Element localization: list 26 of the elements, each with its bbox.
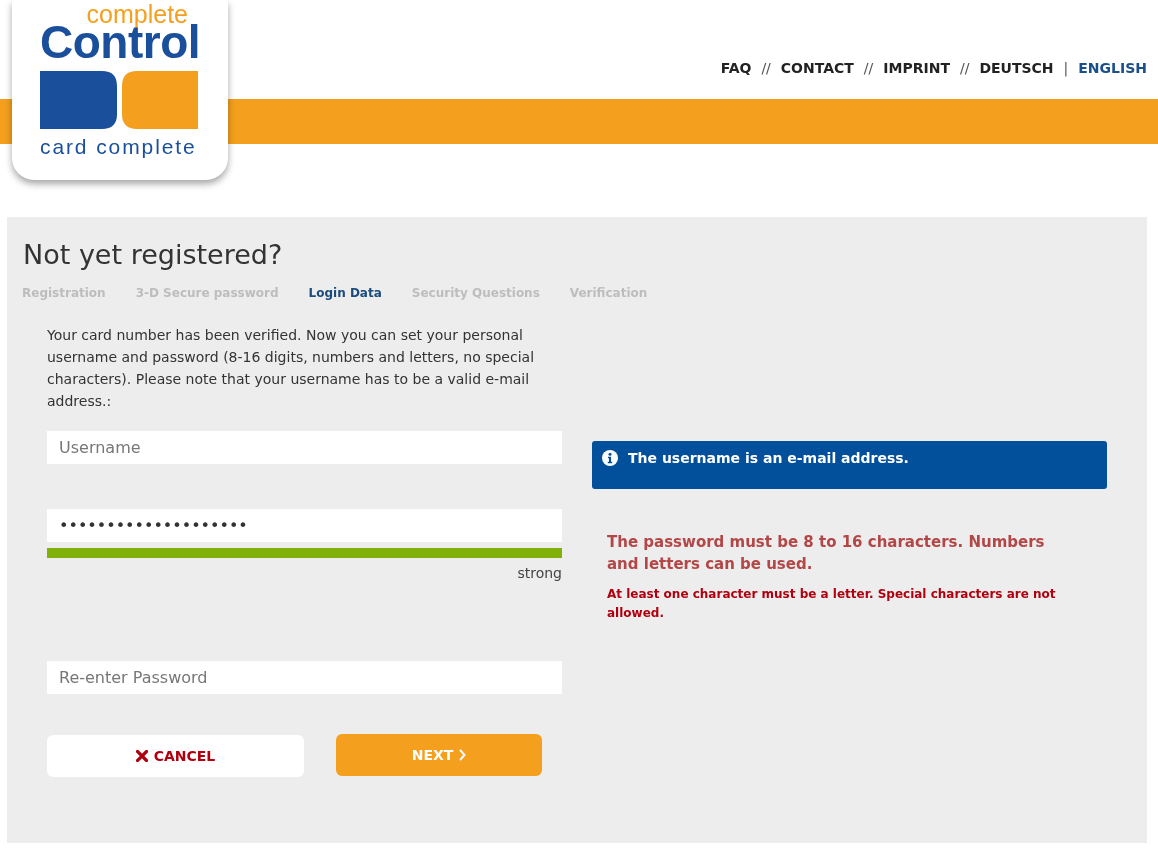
- password-field[interactable]: ••••••••••••••••••••: [47, 509, 562, 542]
- logo-squares-icon: [40, 71, 198, 129]
- page-title: Not yet registered?: [23, 238, 283, 272]
- intro-text: Your card number has been verified. Now you can set your personal username and password (8-16 digits, numbers and letters, no special characters). Please note that your username has to be a valid e-mail address.:: [47, 326, 536, 411]
- error-message: At least one character must be a letter. Special characters are not allowed.: [607, 586, 1057, 622]
- chevron-right-icon: [459, 749, 467, 761]
- password-rule-text: The password must be 8 to 16 characters. Numbers and letters can be used.: [607, 532, 1046, 575]
- info-text: The username is an e-mail address.: [628, 449, 909, 467]
- step-label: Login Data: [308, 285, 382, 302]
- nav-separator: //: [863, 59, 874, 77]
- nav-separator: |: [1063, 59, 1069, 77]
- info-icon: [602, 450, 618, 466]
- x-icon: [135, 750, 148, 762]
- nav-separator: //: [761, 59, 771, 77]
- strength-label: strong: [517, 564, 562, 583]
- logo-brand-text: card complete: [40, 136, 197, 158]
- nav-link[interactable]: IMPRINT: [883, 59, 950, 77]
- logo-tagline: complete: [86, 2, 188, 26]
- confirm-password-field[interactable]: Re-enter Password: [47, 661, 562, 694]
- cancel-button[interactable]: CANCEL: [47, 735, 304, 777]
- username-field[interactable]: Username: [47, 431, 562, 464]
- nav-link[interactable]: FAQ: [720, 59, 752, 77]
- nav-link[interactable]: ENGLISH: [1078, 59, 1147, 77]
- nav-separator: //: [959, 59, 970, 77]
- nav-link[interactable]: CONTACT: [780, 59, 854, 77]
- nav-link[interactable]: DEUTSCH: [979, 59, 1054, 77]
